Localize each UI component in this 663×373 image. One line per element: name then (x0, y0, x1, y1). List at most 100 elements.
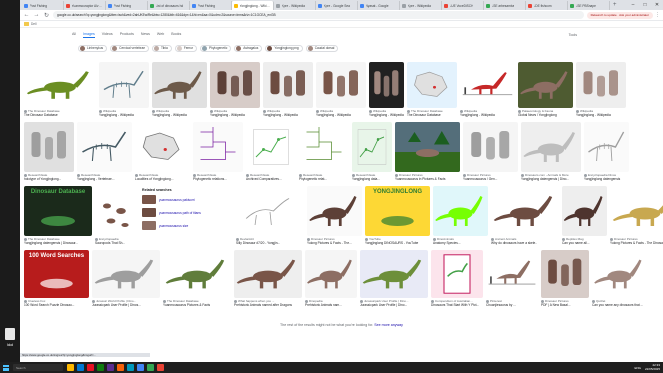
image-result[interactable]: Dinosaur Pictures Yuanmousaurus / Gen... (463, 122, 518, 181)
result-caption[interactable]: PDF | A New Basal... (541, 303, 589, 307)
result-thumbnail[interactable] (369, 62, 404, 108)
tools-button[interactable]: Tools (569, 33, 577, 37)
image-result[interactable]: Dinosaur Database The Dinosaur Database Yo… (24, 186, 92, 246)
taskbar-search[interactable]: Search (13, 364, 63, 371)
filter-chip[interactable]: Tibia (152, 44, 172, 52)
taskbar-app-icon[interactable] (87, 364, 94, 371)
image-result[interactable]: Wikipedia Yongjinglong - Wikipedia (263, 62, 313, 117)
image-result[interactable]: Ancient Animals Why do dinosaurs have a s… (491, 186, 559, 246)
tab-news[interactable]: News (141, 32, 150, 38)
result-thumbnail[interactable] (433, 186, 488, 236)
result-thumbnail[interactable] (24, 62, 96, 108)
image-result[interactable]: ResearchGate Archived Comparatives... (246, 122, 296, 181)
result-thumbnail[interactable] (576, 62, 626, 108)
taskbar-app-icon[interactable] (157, 364, 164, 371)
result-thumbnail[interactable] (77, 122, 132, 172)
result-caption[interactable]: Yongjinglong data... (352, 177, 392, 181)
image-result[interactable]: Dinopedia Prehistoric Animals nam... (305, 250, 357, 307)
result-thumbnail[interactable] (541, 250, 589, 298)
result-caption[interactable]: Global News / Yongjinglong (518, 113, 573, 117)
image-result[interactable]: Wikipedia Yongjinglong - Wikipedia (369, 62, 404, 117)
result-caption[interactable]: Yongjinglong - Wikipedia (460, 113, 515, 117)
related-search-item[interactable]: yuanmousaurus path of titans (142, 208, 229, 217)
clock[interactable]: 22:33 22/05/2025 (645, 363, 660, 371)
result-caption[interactable]: Chuanjiesaurus by ... (486, 303, 538, 307)
result-caption[interactable]: Why do dinosaurs have a skele.. (491, 241, 559, 245)
result-caption[interactable]: Yongjinglong DINOSAURS - YouTube (365, 241, 430, 245)
address-bar[interactable]: google.co.uk/search?q=yongjinglong&tbm=i… (53, 11, 584, 19)
browser-tab[interactable]: Kpre - Wikipedia (400, 1, 442, 10)
browser-tab[interactable]: Yuanmouraptor Alvarez (64, 1, 106, 10)
result-caption[interactable]: Phylogenetic relat... (299, 177, 349, 181)
result-thumbnail[interactable] (518, 62, 573, 108)
image-result[interactable]: Dinosaur Pictures Yulong Pictures & Facts… (307, 186, 362, 246)
result-caption[interactable]: Yongjinglong - Wikipedia (316, 113, 366, 117)
tab-all[interactable]: All (72, 32, 76, 38)
filter-chip[interactable]: Caudal dorsal (305, 44, 339, 52)
result-caption[interactable]: Yulong Pictures & Facts - The... (307, 241, 362, 245)
image-result[interactable]: Palaeontology & Fauna Global News / Yongj… (518, 62, 573, 117)
browser-tab[interactable]: LSE PBSnape (568, 1, 610, 10)
result-caption[interactable]: Jurassicpark User Profile | Dino... (360, 303, 428, 307)
result-caption[interactable]: 100 Word Search Puzzle Dinosau... (24, 303, 89, 307)
image-result[interactable]: Wikipedia Yongjinglong - Wikipedia (460, 62, 515, 117)
browser-tab[interactable]: List of dinosaurs hd (148, 1, 190, 10)
result-caption[interactable]: Yongjinglong - Vertebrae... (77, 177, 132, 181)
windows-start-icon[interactable] (3, 364, 9, 371)
result-thumbnail[interactable] (521, 122, 581, 172)
result-caption[interactable]: Yongjinglong datengensis | Dino... (521, 177, 581, 181)
browser-tab[interactable]: Kpre - Wikipedia (274, 1, 316, 10)
result-caption[interactable]: Yuanmousaurus in Pictures & Facts (395, 177, 460, 181)
result-caption[interactable]: Sauropods That Sh... (95, 241, 135, 245)
result-caption[interactable]: Yongjinglong - Wikipedia (210, 113, 260, 117)
result-caption[interactable]: Can you name all... (562, 241, 607, 245)
result-thumbnail[interactable] (24, 122, 74, 172)
result-caption[interactable]: Yongjinglong datengensis | Dinosaur... (24, 241, 92, 245)
image-result[interactable]: ResearchGate Phylogenetic relat... (299, 122, 349, 181)
result-thumbnail[interactable] (460, 62, 515, 108)
result-thumbnail[interactable] (246, 122, 296, 172)
image-result[interactable]: Dinosaur Pictures Yuanmousaurus in Pictur… (395, 122, 460, 181)
result-thumbnail[interactable] (584, 122, 629, 172)
result-thumbnail[interactable] (95, 186, 135, 236)
result-thumbnail[interactable] (431, 250, 483, 298)
image-result[interactable]: Reptiles Mag Can you name all... (562, 186, 607, 246)
browser-tab[interactable]: Post Fishing (106, 1, 148, 10)
tab-books[interactable]: Books (171, 32, 181, 38)
result-caption[interactable]: Yongjinglong - Wikipedia (99, 113, 149, 117)
result-thumbnail[interactable] (316, 62, 366, 108)
filter-chip[interactable]: Cervical vertebrae (110, 44, 150, 52)
taskbar-app-icon[interactable] (97, 364, 104, 371)
image-result[interactable]: 100 Word Searches Clueless Fox 100 Word Se… (24, 250, 89, 307)
result-thumbnail[interactable] (395, 122, 460, 172)
image-result[interactable]: DinoAnimals Anatomy Species... (433, 186, 488, 246)
result-thumbnail[interactable] (305, 250, 357, 298)
result-caption[interactable]: Jurassicpark User Profile | Dinos... (92, 303, 160, 307)
image-result[interactable]: YONGJINGLONG YouTube Yongjinglong DINOSAUR… (365, 186, 430, 246)
result-caption[interactable]: Silly Dinosaur #7/20 - Yongjin... (236, 241, 304, 245)
filter-chip[interactable]: Femur (174, 44, 198, 52)
browser-tab[interactable]: LSE arbesamba (484, 1, 526, 10)
image-result[interactable]: Jurassic World Profile | Dino... Jurassic… (92, 250, 160, 307)
result-caption[interactable]: Yongjinglong datengensis (584, 177, 629, 181)
image-result[interactable]: Dinosaurs.com - Animals & More Yongjinglo… (521, 122, 581, 181)
related-search-item[interactable]: yuanmousaurus size (142, 221, 229, 230)
image-result[interactable]: Dinosaur Pictures Yulong Pictures & Facts… (610, 186, 663, 246)
menu-icon[interactable]: ⋮ (655, 12, 660, 18)
image-result[interactable]: ResearchGate Localities of Yongjinglong..… (135, 122, 190, 181)
result-caption[interactable]: Dinosaurs That Start With Y Pict... (431, 303, 483, 307)
result-caption[interactable]: Yongjinglong - Wikipedia (576, 113, 626, 117)
result-thumbnail[interactable] (234, 250, 302, 298)
image-result[interactable]: The Dinosaur Database The Dinosaur Databa… (407, 62, 457, 117)
browser-tab[interactable]: Kpre - Google Sea (316, 1, 358, 10)
maximize-icon[interactable]: □ (639, 0, 651, 10)
image-result[interactable]: Compendium of Australian... Dinosaurs Tha… (431, 250, 483, 307)
image-result[interactable]: DeviantArt Silly Dinosaur #7/20 - Yongjin… (236, 186, 304, 246)
browser-tab[interactable]: LUE VoceDiSCH (442, 1, 484, 10)
taskbar-app-icon[interactable] (67, 364, 74, 371)
result-thumbnail[interactable] (135, 122, 190, 172)
result-thumbnail[interactable] (299, 122, 349, 172)
browser-tab[interactable]: LDE fishcom (526, 1, 568, 10)
bookmark-folder-dell[interactable]: Dell (31, 22, 37, 26)
result-thumbnail[interactable] (193, 122, 243, 172)
